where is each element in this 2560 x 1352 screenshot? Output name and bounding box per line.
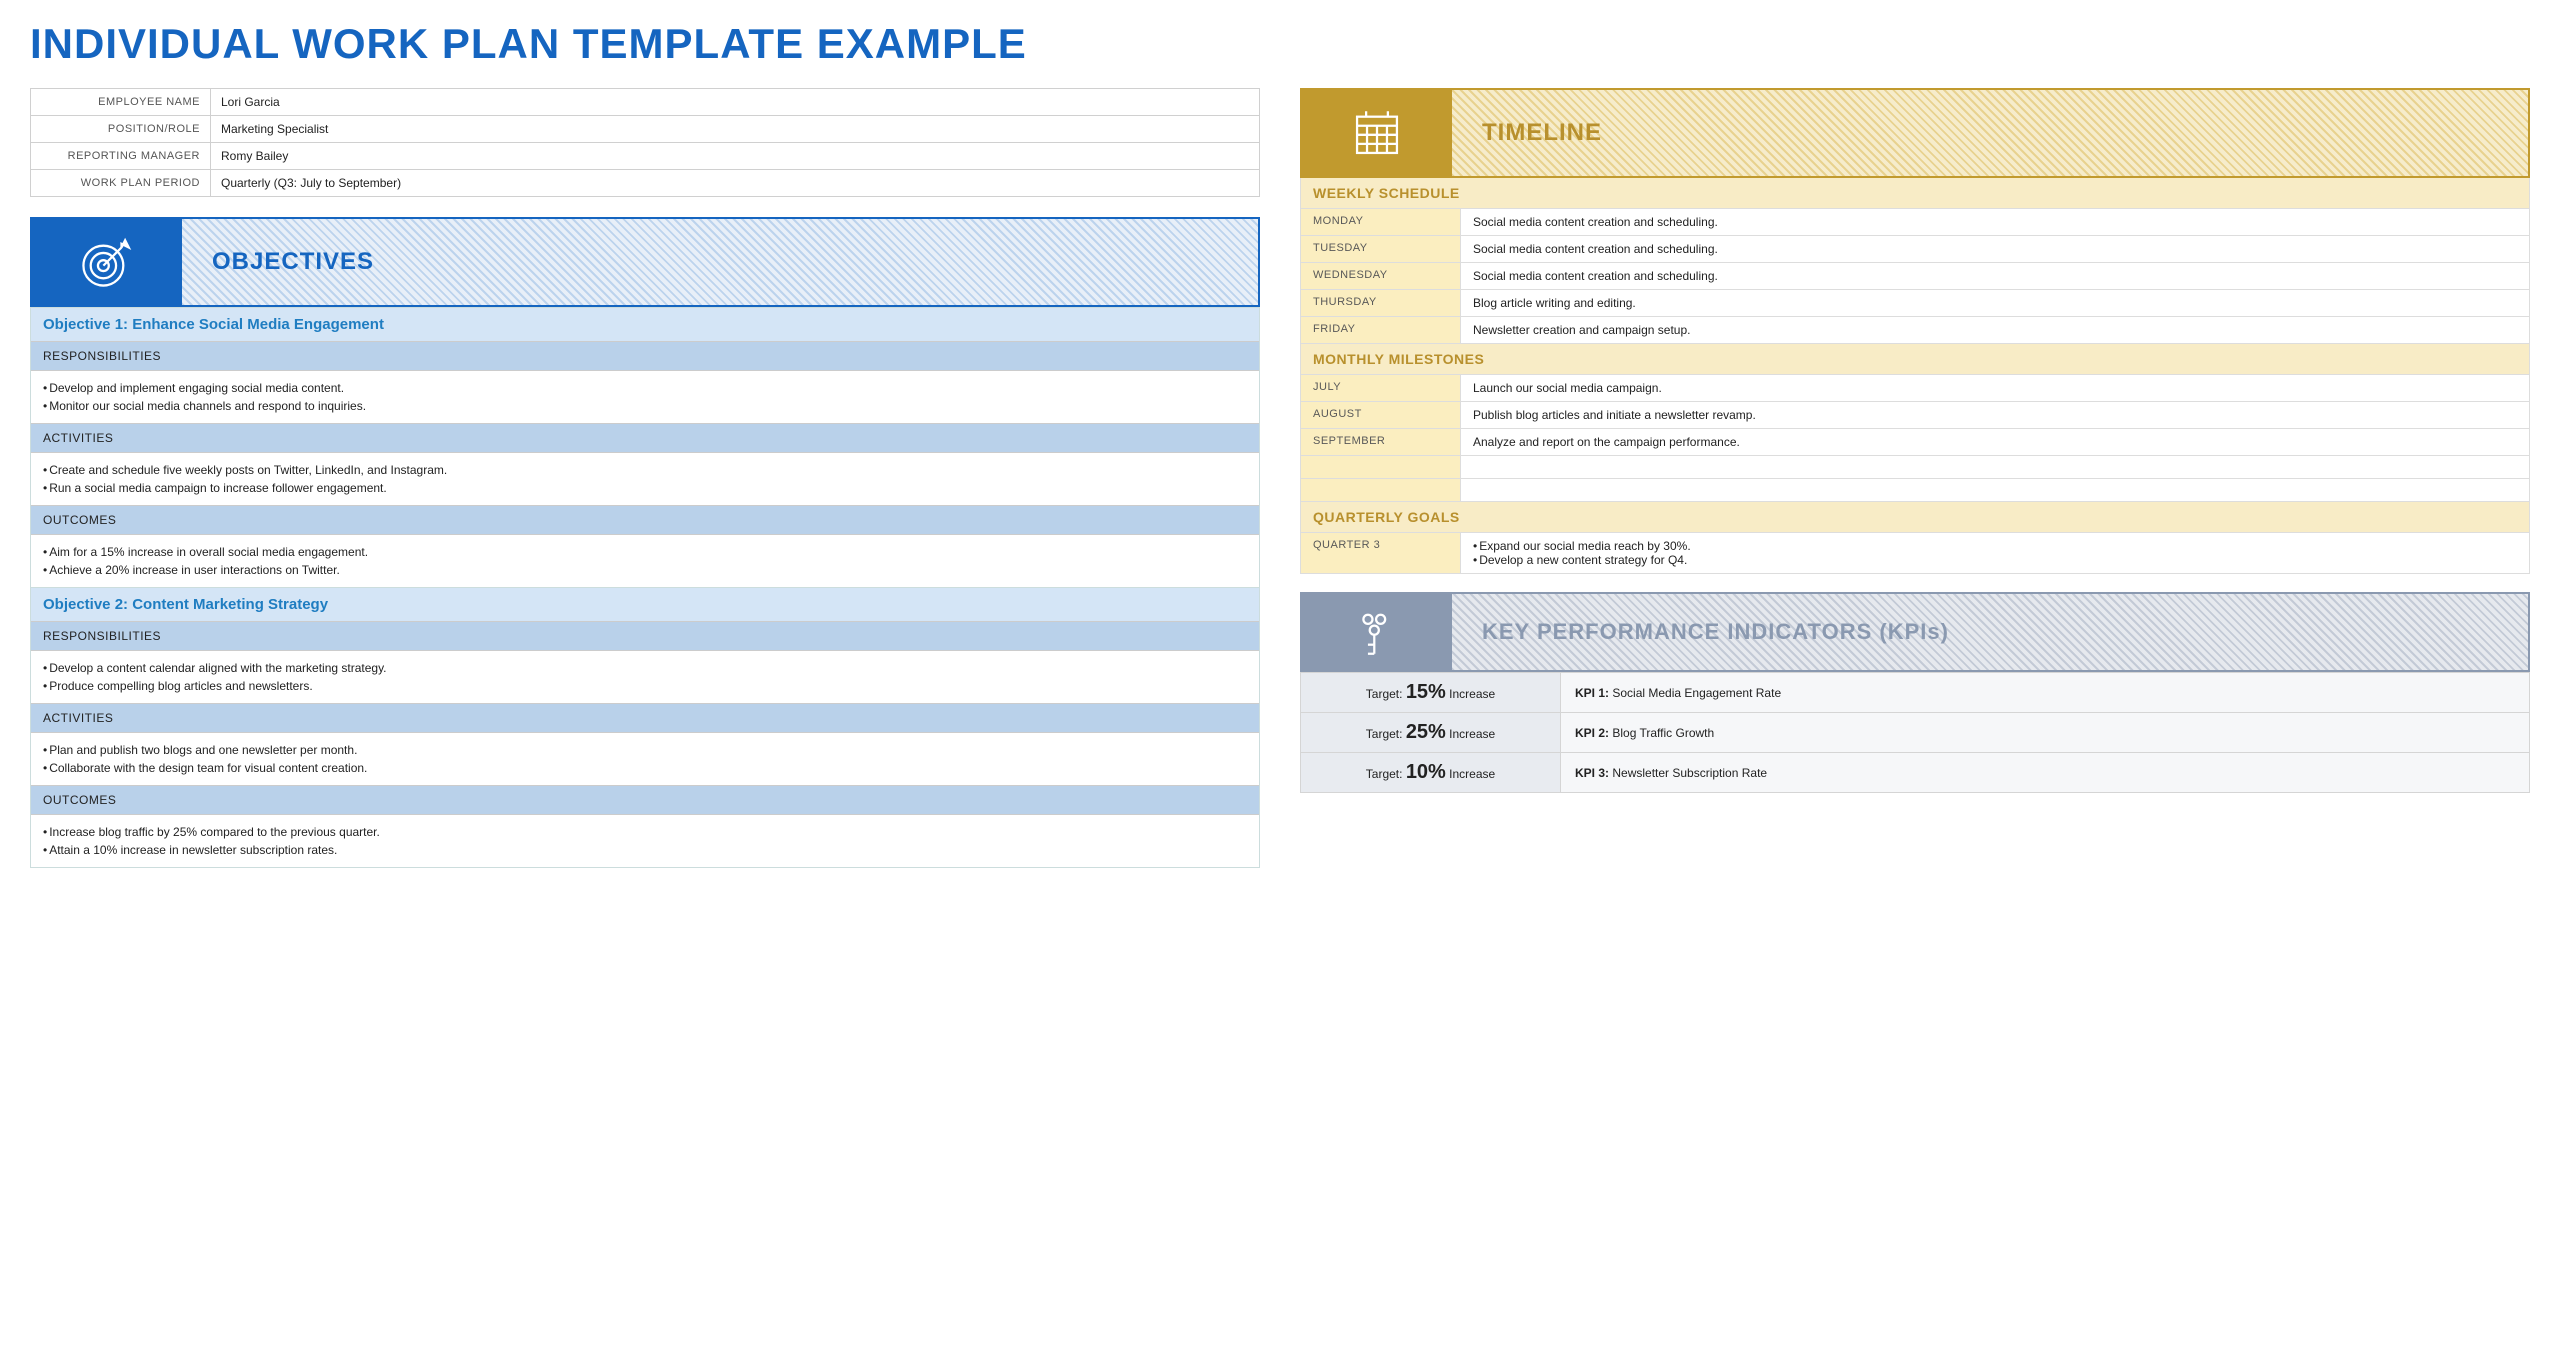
timeline-key [1301,456,1461,478]
bullet-item: Develop a new content strategy for Q4. [1473,553,2517,567]
objective-title: Objective 1: Enhance Social Media Engage… [31,307,1259,341]
info-label: POSITION/ROLE [31,116,211,143]
timeline-value: Launch our social media campaign. [1461,375,2529,401]
timeline-row: THURSDAYBlog article writing and editing… [1300,290,2530,317]
timeline-row: MONDAYSocial media content creation and … [1300,209,2530,236]
kpi-target: Target: 25% Increase [1301,713,1561,753]
timeline-row [1300,456,2530,479]
kpi-row: Target: 15% Increase KPI 1: Social Media… [1301,673,2530,713]
info-row: POSITION/ROLEMarketing Specialist [31,116,1260,143]
objective-content: Aim for a 15% increase in overall social… [31,534,1259,587]
timeline-row: SEPTEMBERAnalyze and report on the campa… [1300,429,2530,456]
timeline-key: SEPTEMBER [1301,429,1461,455]
bullet-item: Monitor our social media channels and re… [43,397,1247,415]
target-icon [78,233,136,291]
timeline-value: Publish blog articles and initiate a new… [1461,402,2529,428]
info-label: WORK PLAN PERIOD [31,170,211,197]
kpi-header: KEY PERFORMANCE INDICATORS (KPIs) [1300,592,2530,672]
objectives-title: OBJECTIVES [182,219,1258,305]
timeline-row: JULYLaunch our social media campaign. [1300,375,2530,402]
timeline-value: Newsletter creation and campaign setup. [1461,317,2529,343]
kpi-table: Target: 15% Increase KPI 1: Social Media… [1300,672,2530,793]
objective-content: Plan and publish two blogs and one newsl… [31,732,1259,785]
bullet-item: Achieve a 20% increase in user interacti… [43,561,1247,579]
kpi-name: KPI 1: Social Media Engagement Rate [1561,673,2530,713]
objective-title: Objective 2: Content Marketing Strategy [31,587,1259,621]
info-row: WORK PLAN PERIODQuarterly (Q3: July to S… [31,170,1260,197]
timeline-value: Social media content creation and schedu… [1461,236,2529,262]
timeline-key [1301,479,1461,501]
info-value: Lori Garcia [211,89,1260,116]
kpi-row: Target: 10% Increase KPI 3: Newsletter S… [1301,753,2530,793]
info-value: Marketing Specialist [211,116,1260,143]
info-value: Quarterly (Q3: July to September) [211,170,1260,197]
timeline-value: Analyze and report on the campaign perfo… [1461,429,2529,455]
timeline-value [1461,456,2529,478]
bullet-item: Produce compelling blog articles and new… [43,677,1247,695]
bullet-item: Run a social media campaign to increase … [43,479,1247,497]
kpi-title: KEY PERFORMANCE INDICATORS (KPIs) [1452,594,2528,670]
objective-sub-label: RESPONSIBILITIES [31,621,1259,650]
timeline-key: QUARTER 3 [1301,533,1461,573]
bullet-item: Develop a content calendar aligned with … [43,659,1247,677]
timeline-key: MONDAY [1301,209,1461,235]
info-label: EMPLOYEE NAME [31,89,211,116]
objective-sub-label: OUTCOMES [31,505,1259,534]
timeline-subheader: QUARTERLY GOALS [1300,502,2530,533]
info-row: EMPLOYEE NAMELori Garcia [31,89,1260,116]
info-value: Romy Bailey [211,143,1260,170]
key-icon [1348,603,1406,661]
bullet-item: Aim for a 15% increase in overall social… [43,543,1247,561]
kpi-name: KPI 2: Blog Traffic Growth [1561,713,2530,753]
bullet-item: Create and schedule five weekly posts on… [43,461,1247,479]
timeline-row: QUARTER 3Expand our social media reach b… [1300,533,2530,574]
bullet-item: Plan and publish two blogs and one newsl… [43,741,1247,759]
objective-sub-label: ACTIVITIES [31,423,1259,452]
bullet-item: Increase blog traffic by 25% compared to… [43,823,1247,841]
calendar-icon [1348,104,1406,162]
timeline-row [1300,479,2530,502]
timeline-row: WEDNESDAYSocial media content creation a… [1300,263,2530,290]
timeline-value: Blog article writing and editing. [1461,290,2529,316]
page-title: INDIVIDUAL WORK PLAN TEMPLATE EXAMPLE [30,20,2530,68]
kpi-target: Target: 15% Increase [1301,673,1561,713]
kpi-name: KPI 3: Newsletter Subscription Rate [1561,753,2530,793]
timeline-title: TIMELINE [1452,90,2528,176]
objective-sub-label: OUTCOMES [31,785,1259,814]
kpi-row: Target: 25% Increase KPI 2: Blog Traffic… [1301,713,2530,753]
timeline-key: FRIDAY [1301,317,1461,343]
objective-sub-label: ACTIVITIES [31,703,1259,732]
timeline-value: Social media content creation and schedu… [1461,263,2529,289]
kpi-target: Target: 10% Increase [1301,753,1561,793]
info-label: REPORTING MANAGER [31,143,211,170]
bullet-item: Expand our social media reach by 30%. [1473,539,2517,553]
timeline-value: Social media content creation and schedu… [1461,209,2529,235]
objectives-body: Objective 1: Enhance Social Media Engage… [30,307,1260,868]
objectives-header: OBJECTIVES [30,217,1260,307]
timeline-row: TUESDAYSocial media content creation and… [1300,236,2530,263]
timeline-row: FRIDAYNewsletter creation and campaign s… [1300,317,2530,344]
timeline-value: Expand our social media reach by 30%.Dev… [1461,533,2529,573]
objective-content: Develop and implement engaging social me… [31,370,1259,423]
timeline-key: JULY [1301,375,1461,401]
timeline-subheader: MONTHLY MILESTONES [1300,344,2530,375]
bullet-item: Collaborate with the design team for vis… [43,759,1247,777]
objective-content: Increase blog traffic by 25% compared to… [31,814,1259,867]
info-row: REPORTING MANAGERRomy Bailey [31,143,1260,170]
timeline-key: THURSDAY [1301,290,1461,316]
timeline-header: TIMELINE [1300,88,2530,178]
employee-info-table: EMPLOYEE NAMELori GarciaPOSITION/ROLEMar… [30,88,1260,197]
objective-content: Develop a content calendar aligned with … [31,650,1259,703]
timeline-row: AUGUSTPublish blog articles and initiate… [1300,402,2530,429]
timeline-key: AUGUST [1301,402,1461,428]
timeline-body: WEEKLY SCHEDULEMONDAYSocial media conten… [1300,178,2530,574]
objective-sub-label: RESPONSIBILITIES [31,341,1259,370]
timeline-key: WEDNESDAY [1301,263,1461,289]
timeline-value [1461,479,2529,501]
objective-content: Create and schedule five weekly posts on… [31,452,1259,505]
timeline-key: TUESDAY [1301,236,1461,262]
timeline-subheader: WEEKLY SCHEDULE [1300,178,2530,209]
bullet-item: Develop and implement engaging social me… [43,379,1247,397]
bullet-item: Attain a 10% increase in newsletter subs… [43,841,1247,859]
